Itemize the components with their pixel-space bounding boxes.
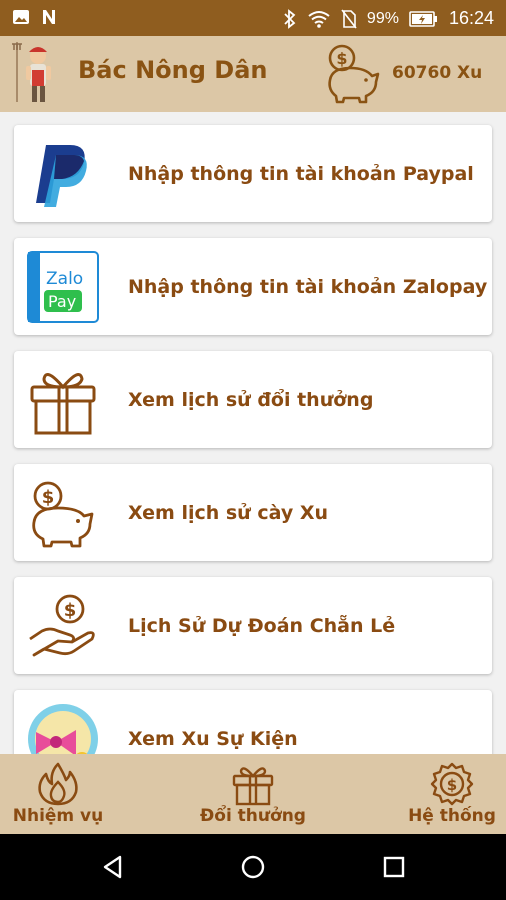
odd-even-history-item[interactable]: $ Lịch Sử Dự Đoán Chẵn Lẻ bbox=[14, 577, 492, 674]
nav-label: Nhiệm vụ bbox=[12, 806, 104, 826]
app-header: Bác Nông Dân $ 60760 Xu bbox=[0, 36, 506, 112]
menu-item-label: Xem lịch sử cày Xu bbox=[128, 501, 328, 524]
farmer-avatar bbox=[12, 42, 51, 102]
clock: 16:24 bbox=[448, 8, 494, 28]
coin-hand-icon: $ bbox=[26, 589, 100, 663]
menu-item-label: Xem lịch sử đổi thưởng bbox=[128, 388, 374, 411]
system-navigation-bar bbox=[0, 834, 506, 900]
svg-text:$: $ bbox=[64, 600, 77, 621]
back-icon[interactable] bbox=[100, 854, 126, 880]
nav-label: Hệ thống bbox=[408, 806, 496, 826]
app-title: Bác Nông Dân bbox=[78, 56, 268, 84]
gift-icon bbox=[232, 767, 274, 806]
reward-history-item[interactable]: Xem lịch sử đổi thưởng bbox=[14, 351, 492, 448]
menu-item-label: Lịch Sử Dự Đoán Chẵn Lẻ bbox=[128, 614, 396, 637]
menu-item-label: Nhập thông tin tài khoản Paypal bbox=[128, 162, 474, 185]
gift-icon bbox=[26, 363, 100, 437]
piggy-bank-coin-icon: $ bbox=[328, 44, 380, 104]
no-sim-icon bbox=[341, 9, 357, 28]
fire-icon bbox=[38, 762, 78, 806]
menu-item-label: Xem Xu Sự Kiện bbox=[128, 727, 298, 750]
svg-text:$: $ bbox=[447, 776, 457, 794]
svg-text:$: $ bbox=[336, 49, 347, 68]
nav-tab-system[interactable]: $ Hệ thống bbox=[402, 754, 502, 834]
recents-icon[interactable] bbox=[382, 855, 406, 879]
n-notification-icon bbox=[43, 10, 55, 24]
event-icon bbox=[26, 702, 100, 754]
event-coins-item[interactable]: Xem Xu Sự Kiện bbox=[14, 690, 492, 754]
wifi-icon bbox=[308, 10, 330, 28]
svg-text:Zalo: Zalo bbox=[46, 269, 83, 289]
bottom-navigation: Nhiệm vụ Đổi thưởng $ Hệ thống bbox=[0, 754, 506, 834]
piggy-bank-icon: $ bbox=[26, 476, 100, 550]
paypal-icon bbox=[26, 137, 100, 211]
paypal-account-item[interactable]: Nhập thông tin tài khoản Paypal bbox=[14, 125, 492, 222]
zalopay-icon: Zalo Pay bbox=[26, 250, 100, 324]
bluetooth-icon bbox=[284, 8, 296, 29]
settings-coin-icon: $ bbox=[430, 762, 474, 806]
battery-percent: 99% bbox=[366, 9, 399, 27]
menu-list: Nhập thông tin tài khoản Paypal Zalo Pay… bbox=[0, 112, 506, 754]
zalopay-account-item[interactable]: Zalo Pay Nhập thông tin tài khoản Zalopa… bbox=[14, 238, 492, 335]
gallery-notification-icon bbox=[13, 10, 29, 24]
svg-text:$: $ bbox=[42, 487, 55, 508]
svg-text:Pay: Pay bbox=[48, 292, 76, 311]
home-icon[interactable] bbox=[240, 854, 266, 880]
coin-earning-history-item[interactable]: $ Xem lịch sử cày Xu bbox=[14, 464, 492, 561]
status-bar: 99% 16:24 bbox=[0, 0, 506, 36]
nav-label: Đổi thưởng bbox=[200, 806, 306, 826]
battery-icon bbox=[409, 10, 437, 27]
menu-item-label: Nhập thông tin tài khoản Zalopay bbox=[128, 275, 488, 298]
nav-tab-rewards[interactable]: Đổi thưởng bbox=[198, 754, 308, 834]
nav-tab-missions[interactable]: Nhiệm vụ bbox=[8, 754, 108, 834]
coin-balance: 60760 Xu bbox=[392, 63, 483, 83]
